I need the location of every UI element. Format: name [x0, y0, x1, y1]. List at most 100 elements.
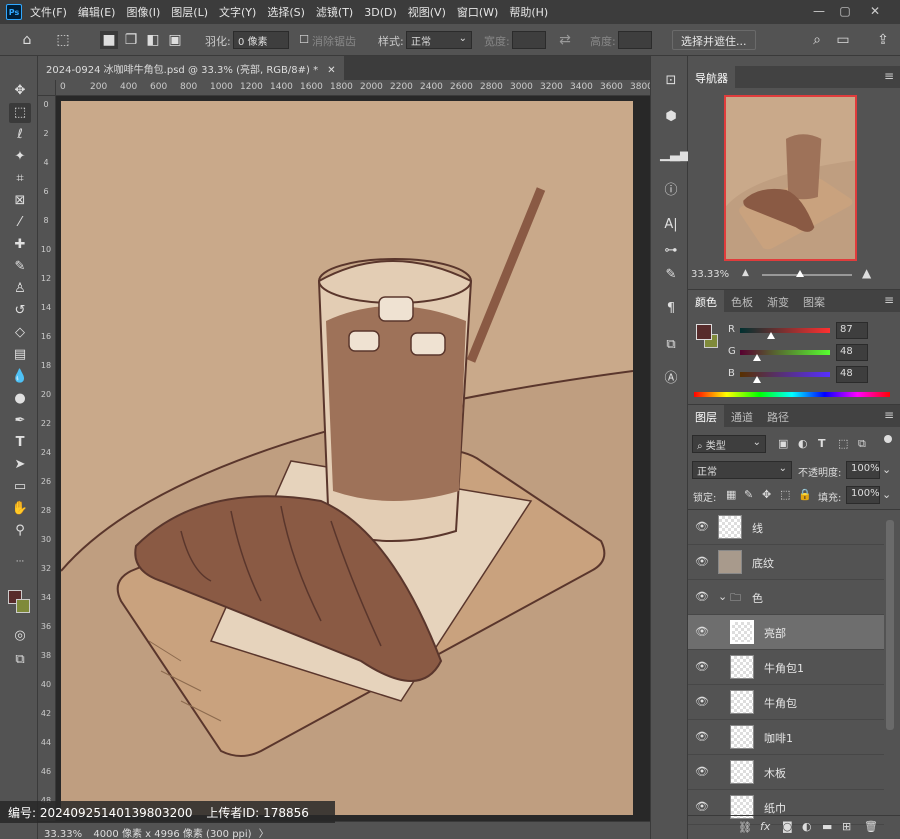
magic-wand-tool-icon[interactable]: ✦ [9, 147, 31, 167]
link-layers-icon[interactable]: ⛓ [738, 821, 752, 834]
eraser-tool-icon[interactable]: ◇ [9, 323, 31, 343]
layer-filter-select[interactable]: ⌕ 类型 ⌄ [692, 435, 766, 453]
new-selection-icon[interactable]: ■ [100, 31, 118, 49]
layer-thumbnail[interactable] [730, 760, 754, 784]
history-panel-icon[interactable]: ⊡ [660, 70, 682, 92]
green-value-input[interactable]: 48 [836, 344, 868, 361]
menu-window[interactable]: 窗口(W) [457, 4, 498, 20]
tab-color[interactable]: 颜色 [688, 290, 724, 312]
visibility-eye-icon[interactable]: 👁 [695, 801, 709, 813]
type-filter-icon[interactable]: T [818, 437, 826, 450]
dodge-tool-icon[interactable]: ● [9, 389, 31, 409]
canvas-area[interactable] [56, 96, 650, 821]
width-input[interactable] [512, 31, 546, 49]
tab-layers[interactable]: 图层 [688, 405, 724, 427]
opacity-input[interactable]: 100% [846, 461, 880, 479]
layer-thumbnail[interactable] [730, 655, 754, 679]
menu-type[interactable]: 文字(Y) [219, 4, 256, 20]
screen-mode-icon[interactable]: ⧉ [9, 650, 31, 670]
menu-3d[interactable]: 3D(D) [364, 6, 397, 19]
eyedropper-tool-icon[interactable]: ⁄ [9, 213, 31, 233]
more-tools-icon[interactable]: ··· [9, 552, 31, 572]
style-select[interactable]: 正常 ⌄ [406, 31, 472, 49]
type-tool-icon[interactable]: T [9, 433, 31, 453]
glyphs-panel-icon[interactable]: Ⓐ [660, 368, 682, 390]
menu-filter[interactable]: 滤镜(T) [316, 4, 353, 20]
zoom-tool-icon[interactable]: ⚲ [9, 521, 31, 541]
panel-menu-icon[interactable]: ≡ [878, 66, 900, 88]
menu-layer[interactable]: 图层(L) [171, 4, 208, 20]
tab-patterns[interactable]: 图案 [796, 290, 832, 312]
lock-position-icon[interactable]: ✥ [762, 488, 771, 501]
visibility-eye-icon[interactable]: 👁 [695, 626, 709, 638]
hand-tool-icon[interactable]: ✋ [9, 499, 31, 519]
visibility-eye-icon[interactable]: 👁 [695, 556, 709, 568]
frame-tool-icon[interactable]: ⊠ [9, 191, 31, 211]
clone-source-panel-icon[interactable]: ⧉ [660, 334, 682, 356]
layer-thumbnail[interactable] [730, 620, 754, 644]
layer-row[interactable]: 👁 线 [688, 510, 884, 545]
layer-row[interactable]: 👁 牛角包1 [688, 650, 884, 685]
tab-channels[interactable]: 通道 [724, 405, 760, 427]
brush-settings-panel-icon[interactable]: ✎ [660, 264, 682, 286]
menu-file[interactable]: 文件(F) [30, 4, 67, 20]
tab-paths[interactable]: 路径 [760, 405, 796, 427]
navigator-zoom-value[interactable]: 33.33% [691, 269, 729, 280]
menu-image[interactable]: 图像(I) [126, 4, 160, 20]
rectangle-tool-icon[interactable]: ▭ [9, 477, 31, 497]
home-icon[interactable]: ⌂ [18, 31, 36, 49]
red-slider-knob[interactable] [766, 332, 775, 339]
new-layer-icon[interactable]: ⊞ [842, 820, 851, 833]
menu-select[interactable]: 选择(S) [267, 4, 305, 20]
zoom-slider-track[interactable] [762, 274, 852, 276]
chevron-down-icon[interactable]: ⌄ [882, 463, 891, 476]
search-icon[interactable]: ⌕ [808, 31, 826, 49]
intersect-selection-icon[interactable]: ▣ [166, 31, 184, 49]
path-selection-tool-icon[interactable]: ➤ [9, 455, 31, 475]
lasso-tool-icon[interactable]: ℓ [9, 125, 31, 145]
quick-mask-icon[interactable]: ◎ [9, 626, 31, 646]
close-document-icon[interactable]: ✕ [327, 65, 335, 76]
layer-thumbnail[interactable] [718, 515, 742, 539]
rectangular-marquee-tool-icon[interactable]: ⬚ [9, 103, 31, 123]
zoom-out-icon[interactable]: ▲ [742, 268, 749, 278]
clone-stamp-tool-icon[interactable]: ♙ [9, 279, 31, 299]
adjustments-panel-icon[interactable]: ⊶ [660, 240, 682, 262]
gradient-tool-icon[interactable]: ▤ [9, 345, 31, 365]
history-brush-tool-icon[interactable]: ↺ [9, 301, 31, 321]
delete-layer-icon[interactable]: 🗑 [864, 820, 878, 833]
red-slider-track[interactable] [740, 328, 830, 333]
layer-row[interactable]: 👁 牛角包 [688, 685, 884, 720]
adjustment-filter-icon[interactable]: ◐ [798, 437, 808, 450]
red-value-input[interactable]: 87 [836, 322, 868, 339]
lock-artboard-icon[interactable]: ⬚ [780, 488, 790, 501]
add-mask-icon[interactable]: ◙ [782, 820, 793, 833]
swap-dimensions-icon[interactable]: ⇄ [556, 31, 574, 49]
document-tab[interactable]: 2024-0924 冰咖啡牛角包.psd @ 33.3% (亮部, RGB/8#… [38, 56, 344, 80]
group-expand-chevron-icon[interactable]: ⌄ [718, 590, 727, 603]
share-icon[interactable]: ⇪ [874, 31, 892, 49]
minimize-button[interactable]: — [808, 2, 830, 20]
shape-filter-icon[interactable]: ⬚ [838, 437, 848, 450]
info-panel-icon[interactable]: ⓘ [660, 180, 682, 202]
healing-brush-tool-icon[interactable]: ✚ [9, 235, 31, 255]
tab-swatches[interactable]: 色板 [724, 290, 760, 312]
menu-view[interactable]: 视图(V) [408, 4, 446, 20]
panel-menu-icon[interactable]: ≡ [878, 290, 900, 312]
layer-row[interactable]: 👁 木板 [688, 755, 884, 790]
antialias-checkbox[interactable]: ☐ [295, 31, 313, 49]
visibility-eye-icon[interactable]: 👁 [695, 766, 709, 778]
zoom-in-icon[interactable]: ▲ [862, 266, 871, 280]
visibility-eye-icon[interactable]: 👁 [695, 591, 709, 603]
blue-slider-knob[interactable] [752, 376, 761, 383]
visibility-eye-icon[interactable]: 👁 [695, 661, 709, 673]
layer-thumbnail[interactable] [730, 725, 754, 749]
artwork-canvas[interactable] [61, 101, 633, 815]
subtract-selection-icon[interactable]: ◧ [144, 31, 162, 49]
filter-toggle[interactable] [884, 435, 892, 443]
panel-menu-icon[interactable]: ≡ [878, 405, 900, 427]
brush-tool-icon[interactable]: ✎ [9, 257, 31, 277]
horizontal-ruler[interactable]: 0 200 400 600 800 1000 1200 1400 1600 1800 2000 220… [56, 80, 650, 96]
visibility-eye-icon[interactable]: 👁 [695, 521, 709, 533]
layer-row[interactable]: 👁 底纹 [688, 545, 884, 580]
